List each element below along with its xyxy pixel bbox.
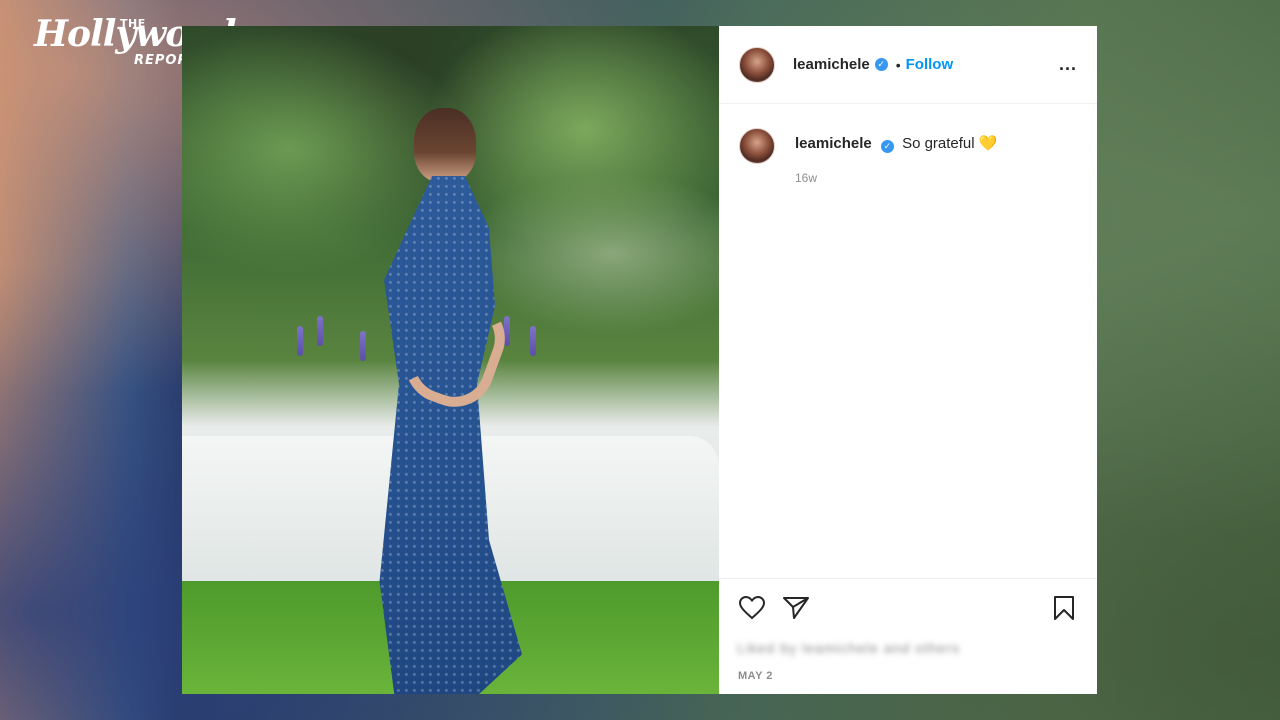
post-side-panel: leamichele ✓ • Follow ... leamichele ✓ S… [719, 26, 1097, 694]
photo-figure-head [414, 108, 476, 182]
caption-body: leamichele ✓ So grateful 💛 16w [795, 128, 997, 185]
verified-badge-icon: ✓ [874, 58, 888, 71]
caption-username[interactable]: leamichele [795, 135, 872, 152]
caption-row: leamichele ✓ So grateful 💛 16w [719, 104, 1097, 185]
share-icon[interactable] [781, 593, 811, 623]
more-options-icon[interactable]: ... [1059, 54, 1077, 75]
photo-flower [360, 331, 366, 361]
verified-badge-icon: ✓ [880, 140, 894, 153]
bookmark-icon[interactable] [1049, 593, 1079, 623]
yellow-heart-emoji: 💛 [978, 135, 998, 152]
comments-area [719, 185, 1097, 578]
post-photo[interactable] [182, 26, 719, 694]
caption-avatar[interactable] [739, 128, 775, 164]
caption-text: So grateful [902, 135, 975, 152]
action-bar [719, 578, 1097, 636]
photo-flower [317, 316, 323, 346]
photo-flower [297, 326, 303, 356]
caption-timestamp[interactable]: 16w [795, 171, 997, 185]
follow-button[interactable]: Follow [906, 56, 954, 73]
avatar[interactable] [739, 46, 775, 83]
separator-dot: • [895, 56, 901, 73]
post-date[interactable]: MAY 2 [719, 660, 1097, 694]
header-username[interactable]: leamichele [793, 56, 870, 73]
heart-icon[interactable] [737, 593, 767, 623]
logo-the: THE [120, 17, 146, 30]
instagram-post-card: leamichele ✓ • Follow ... leamichele ✓ S… [182, 26, 1097, 694]
caption-line: leamichele ✓ So grateful 💛 [795, 134, 997, 153]
likes-text: Liked by leamichele and others [737, 640, 961, 656]
likes-count-blurred[interactable]: Liked by leamichele and others [737, 636, 1079, 660]
post-header: leamichele ✓ • Follow ... [719, 26, 1097, 104]
photo-flower [530, 326, 536, 356]
